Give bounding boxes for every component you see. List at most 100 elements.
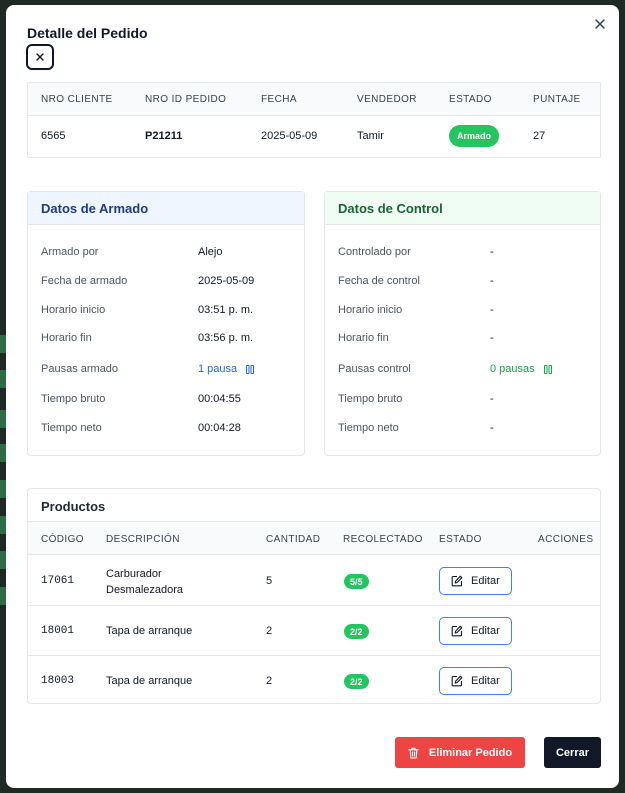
pause-icon [543,364,552,374]
armado-row: Horario inicio 03:51 p. m. [41,304,291,320]
armado-label: Armado por [41,246,99,258]
control-label: Fecha de control [338,275,420,287]
armado-value: 00:04:55 [198,393,241,405]
control-label: Pausas control [338,363,411,375]
delete-order-button[interactable]: Eliminar Pedido [395,737,525,768]
control-row: Tiempo bruto - [338,393,587,409]
control-label: Controlado por [338,246,411,258]
control-card-title: Datos de Control [325,192,600,225]
order-detail-modal: Detalle del Pedido NRO CLIENTE NRO ID PE… [6,5,619,788]
header-fecha: FECHA [261,94,297,105]
header-estado: ESTADO [439,534,482,545]
control-label: Tiempo bruto [338,393,403,405]
product-description: Tapa de arranque [106,675,193,687]
control-value: - [490,422,494,434]
edit-icon [451,625,463,637]
product-quantity: 2 [266,625,273,637]
table-row: 18001 Tapa de arranque 2 2/2 Editar [28,606,600,656]
cliente-value: 6565 [41,130,66,142]
close-icon [36,53,44,61]
armado-label: Pausas armado [41,363,119,375]
control-value: - [490,393,494,405]
control-row: Horario inicio - [338,304,587,320]
armado-value: 03:51 p. m. [198,304,254,316]
product-description: Tapa de arranque [106,625,193,637]
header-puntaje: PUNTAJE [533,94,581,105]
armado-value: 00:04:28 [198,422,241,434]
control-value: - [490,275,494,287]
vendedor-value: Tamir [357,130,384,142]
pausas-control-link[interactable]: 0 pausas [490,363,552,375]
product-quantity: 2 [266,675,273,687]
header-nro-cliente: NRO CLIENTE [41,94,113,105]
control-label: Horario fin [338,332,389,344]
armado-label: Horario fin [41,332,92,344]
edit-icon [451,575,463,587]
status-badge: Armado [449,125,500,147]
control-row: Controlado por - [338,246,587,262]
armado-value: 03:56 p. m. [198,332,254,344]
collected-badge: 2/2 [344,624,369,639]
edit-button-label: Editar [471,575,500,587]
armado-label: Fecha de armado [41,275,128,287]
header-vendedor: VENDEDOR [357,94,417,105]
product-description: Carburador Desmalezadora [106,568,184,596]
modal-title: Detalle del Pedido [27,25,148,41]
control-value: - [490,246,494,258]
product-code: 18001 [41,625,75,637]
armado-value: Alejo [198,246,223,258]
armado-card-title: Datos de Armado [28,192,304,225]
armado-label: Tiempo neto [41,422,102,434]
order-summary-table: NRO CLIENTE NRO ID PEDIDO FECHA VENDEDOR… [27,82,601,158]
armado-card: Datos de Armado Armado por Alejo Fecha d… [27,191,305,456]
product-code: 17061 [41,575,75,587]
armado-row: Pausas armado 1 pausa [41,363,291,379]
product-code: 18003 [41,675,75,687]
collected-badge: 5/5 [344,574,369,589]
armado-row: Tiempo bruto 00:04:55 [41,393,291,409]
edit-button[interactable]: Editar [439,567,512,595]
armado-label: Tiempo bruto [41,393,106,405]
armado-row: Fecha de armado 2025-05-09 [41,275,291,291]
edit-button-label: Editar [471,675,500,687]
control-row: Tiempo neto - [338,422,587,438]
products-title: Productos [41,499,106,514]
control-row: Horario fin - [338,332,587,348]
header-descripcion: DESCRIPCIÓN [106,534,180,545]
close-icon[interactable] [593,17,607,31]
order-summary-row: 6565 P21211 2025-05-09 Tamir Armado 27 [28,116,600,158]
armado-row: Horario fin 03:56 p. m. [41,332,291,348]
header-codigo: CÓDIGO [41,534,84,545]
header-acciones: ACCIONES [538,534,594,545]
pausas-armado-link[interactable]: 1 pausa [198,363,255,375]
pausas-control-text: 0 pausas [490,363,535,375]
control-label: Tiempo neto [338,422,399,434]
header-recolectado: RECOLECTADO [343,534,423,545]
control-row: Pausas control 0 pausas [338,363,587,379]
control-label: Horario inicio [338,304,403,316]
pause-icon [246,364,255,374]
table-row: 17061 Carburador Desmalezadora 5 5/5 Edi… [28,556,600,606]
header-nro-pedido: NRO ID PEDIDO [145,94,227,105]
edit-icon [451,675,463,687]
collected-badge: 2/2 [344,674,369,689]
products-table-header: CÓDIGO DESCRIPCIÓN CANTIDAD RECOLECTADO … [28,521,600,555]
order-summary-header: NRO CLIENTE NRO ID PEDIDO FECHA VENDEDOR… [28,83,600,116]
product-quantity: 5 [266,575,273,587]
edit-button[interactable]: Editar [439,667,512,695]
control-row: Fecha de control - [338,275,587,291]
close-modal-button[interactable]: Cerrar [544,737,601,768]
armado-row: Armado por Alejo [41,246,291,262]
armado-label: Horario inicio [41,304,106,316]
table-row: 18003 Tapa de arranque 2 2/2 Editar [28,656,600,706]
products-section: Productos CÓDIGO DESCRIPCIÓN CANTIDAD RE… [27,488,601,704]
trash-icon [408,747,419,759]
header-cantidad: CANTIDAD [266,534,321,545]
pausas-armado-text: 1 pausa [198,363,238,375]
pedido-id-value: P21211 [145,130,183,142]
fecha-value: 2025-05-09 [261,130,318,142]
close-button[interactable] [26,44,54,70]
delete-order-label: Eliminar Pedido [428,746,513,759]
control-card: Datos de Control Controlado por - Fecha … [324,191,601,456]
edit-button[interactable]: Editar [439,617,512,645]
